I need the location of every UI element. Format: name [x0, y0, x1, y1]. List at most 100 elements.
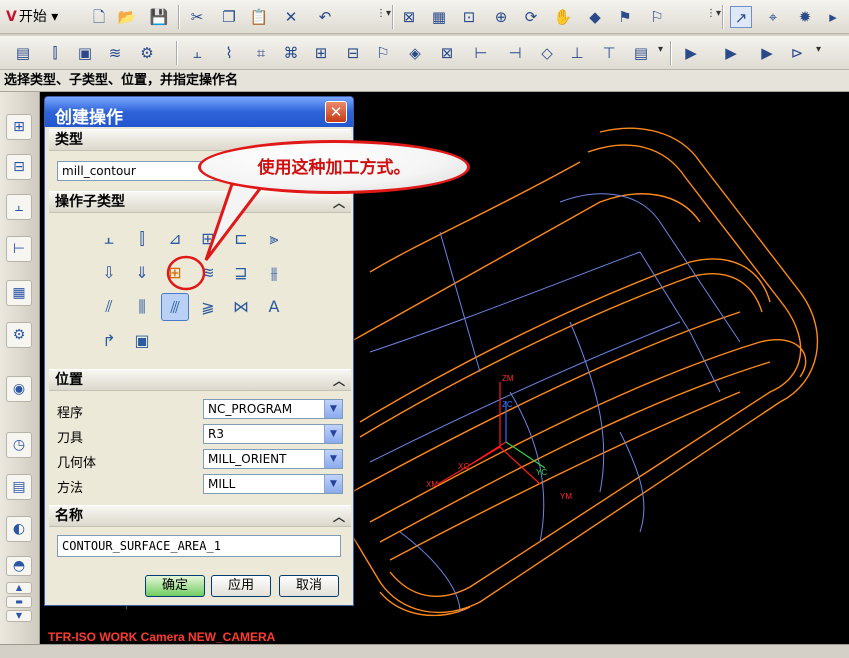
mill-control-icon[interactable]: ▣	[128, 327, 156, 355]
palette-icon[interactable]: ◐	[6, 516, 32, 542]
create-program-icon[interactable]: ▤	[12, 42, 34, 64]
flowcut-smooth-icon[interactable]: ⫺	[194, 293, 222, 321]
op13-icon[interactable]: ⊥	[566, 42, 588, 64]
flowcut-ref-tool-icon[interactable]: ⫻	[161, 293, 189, 321]
op11-icon[interactable]: ⊣	[504, 42, 526, 64]
snap-icon[interactable]: ✹	[794, 6, 816, 28]
geometry-view-icon[interactable]: ⊢	[6, 236, 32, 262]
op7-icon[interactable]: ⚐	[372, 42, 394, 64]
paste-icon[interactable]: 📋	[248, 6, 270, 28]
op12-icon[interactable]: ◇	[536, 42, 558, 64]
create-geometry-icon[interactable]: ▣	[74, 42, 96, 64]
web-browser-icon[interactable]: ◉	[6, 376, 32, 402]
contour-area-icon[interactable]: ⇓	[128, 259, 156, 287]
chevron-up-icon[interactable]: ︿	[333, 193, 345, 214]
post2-icon[interactable]: ⊳	[786, 42, 808, 64]
op5-icon[interactable]: ⊞	[310, 42, 332, 64]
profile-3d-icon[interactable]: ⋈	[227, 293, 255, 321]
scroll-up-icon[interactable]: ▲	[6, 582, 32, 594]
mill-user-icon[interactable]: ↱	[95, 327, 123, 355]
shaded-icon[interactable]: ◆	[584, 6, 606, 28]
contour-area-nonsteep-icon[interactable]: ⊒	[227, 259, 255, 287]
rotate-icon[interactable]: ⟳	[520, 6, 542, 28]
open-folder-icon[interactable]: 📂	[116, 6, 138, 28]
fixed-contour-icon[interactable]: ⇩	[95, 259, 123, 287]
create-tool-icon[interactable]: ⫿	[44, 42, 66, 64]
op10-icon[interactable]: ⊢	[470, 42, 492, 64]
geometry-select[interactable]: MILL_ORIENT ▼	[203, 449, 343, 469]
op9-icon[interactable]: ⊠	[436, 42, 458, 64]
zlevel-corner-icon[interactable]: ⫸	[260, 225, 288, 253]
chevron-down-icon[interactable]: ▼	[324, 475, 342, 493]
location-section-header[interactable]: 位置 ︿	[49, 369, 351, 391]
op14-icon[interactable]: ⊤	[598, 42, 620, 64]
rest-mill-icon[interactable]: ⊞	[194, 225, 222, 253]
toolbar-dropdown-icon[interactable]: ▾	[658, 44, 663, 55]
pan-icon[interactable]: ✋	[552, 6, 574, 28]
undo-icon[interactable]: ↶	[314, 6, 336, 28]
assembly-nav-icon[interactable]: ⚙	[6, 322, 32, 348]
scroll-down-icon[interactable]: ▼	[6, 610, 32, 622]
fit-view-icon[interactable]: ⊠	[398, 6, 420, 28]
streamline-icon[interactable]: ≋	[194, 259, 222, 287]
program-view-icon[interactable]: ⊟	[6, 154, 32, 180]
method-view-icon[interactable]: ▦	[6, 280, 32, 306]
create-operation-icon[interactable]: ⚙	[136, 42, 158, 64]
close-button[interactable]: ✕	[325, 101, 347, 123]
operation-name-input[interactable]: CONTOUR_SURFACE_AREA_1	[57, 535, 341, 557]
post-icon[interactable]: ▶	[756, 42, 778, 64]
material-icon[interactable]: ▤	[6, 474, 32, 500]
cut-icon[interactable]: ✂	[186, 6, 208, 28]
play-icon[interactable]: ▸	[822, 6, 844, 28]
operation-nav-icon[interactable]: ⊞	[6, 114, 32, 140]
history-icon[interactable]: ◷	[6, 432, 32, 458]
contour-text-icon[interactable]: A	[260, 293, 288, 321]
copy-icon[interactable]: ❐	[218, 6, 240, 28]
contour-surface-area-icon[interactable]: ⊞	[161, 259, 189, 287]
corner-rough-icon[interactable]: ⊿	[161, 225, 189, 253]
op2-icon[interactable]: ⌇	[218, 42, 240, 64]
assembly2-icon[interactable]: ⚐	[646, 6, 668, 28]
zlevel-profile-icon[interactable]: ⊏	[227, 225, 255, 253]
program-select[interactable]: NC_PROGRAM ▼	[203, 399, 343, 419]
flowcut-single-icon[interactable]: ⫽	[95, 293, 123, 321]
toolbar-dropdown-icon[interactable]: ⋮▾	[706, 8, 721, 19]
subtype-section-header[interactable]: 操作子类型 ︿	[49, 191, 351, 213]
tool-select[interactable]: R3 ▼	[203, 424, 343, 444]
flowcut-multiple-icon[interactable]: ⫼	[128, 293, 156, 321]
roles-icon[interactable]: ◓	[6, 556, 32, 576]
chevron-down-icon[interactable]: ▼	[324, 400, 342, 418]
name-section-header[interactable]: 名称 ︿	[49, 505, 351, 527]
sim-icon[interactable]: ▶	[720, 42, 742, 64]
chevron-up-icon[interactable]: ︿	[333, 507, 345, 528]
zoom-window-icon[interactable]: ⊡	[458, 6, 480, 28]
chevron-down-icon[interactable]: ▼	[324, 425, 342, 443]
cavity-mill-icon[interactable]: ⫠	[95, 225, 123, 253]
verify-icon[interactable]: ▶	[680, 42, 702, 64]
delete-icon[interactable]: ✕	[280, 6, 302, 28]
op8-icon[interactable]: ◈	[404, 42, 426, 64]
start-menu-button[interactable]: ᐯ 开始 ▾	[6, 6, 58, 28]
toolbar-dropdown-icon[interactable]: ⋮▾	[376, 8, 391, 19]
scroll-mid-icon[interactable]: ▬	[6, 596, 32, 608]
method-select[interactable]: MILL ▼	[203, 474, 343, 494]
create-method-icon[interactable]: ≋	[104, 42, 126, 64]
sketch-icon[interactable]: ↗	[730, 6, 752, 28]
list-icon[interactable]: ▤	[630, 42, 652, 64]
plunge-mill-icon[interactable]: ⫿	[128, 225, 156, 253]
ok-button[interactable]: 确定	[145, 575, 205, 597]
assembly-icon[interactable]: ⚑	[614, 6, 636, 28]
chevron-up-icon[interactable]: ︿	[333, 371, 345, 392]
machine-view-icon[interactable]: ⫠	[6, 194, 32, 220]
op1-icon[interactable]: ⫠	[186, 42, 208, 64]
new-file-icon[interactable]: 🗋	[88, 6, 110, 28]
chevron-down-icon[interactable]: ▼	[324, 450, 342, 468]
op3-icon[interactable]: ⌗	[250, 42, 272, 64]
toolbar-dropdown-icon[interactable]: ▾	[816, 44, 821, 55]
contour-area-steep-icon[interactable]: ⫵	[260, 259, 288, 287]
op4-icon[interactable]: ⌘	[280, 42, 302, 64]
datum-icon[interactable]: ⌖	[762, 6, 784, 28]
op6-icon[interactable]: ⊟	[342, 42, 364, 64]
zoom-icon[interactable]: ⊕	[490, 6, 512, 28]
zoom-area-icon[interactable]: ▦	[428, 6, 450, 28]
